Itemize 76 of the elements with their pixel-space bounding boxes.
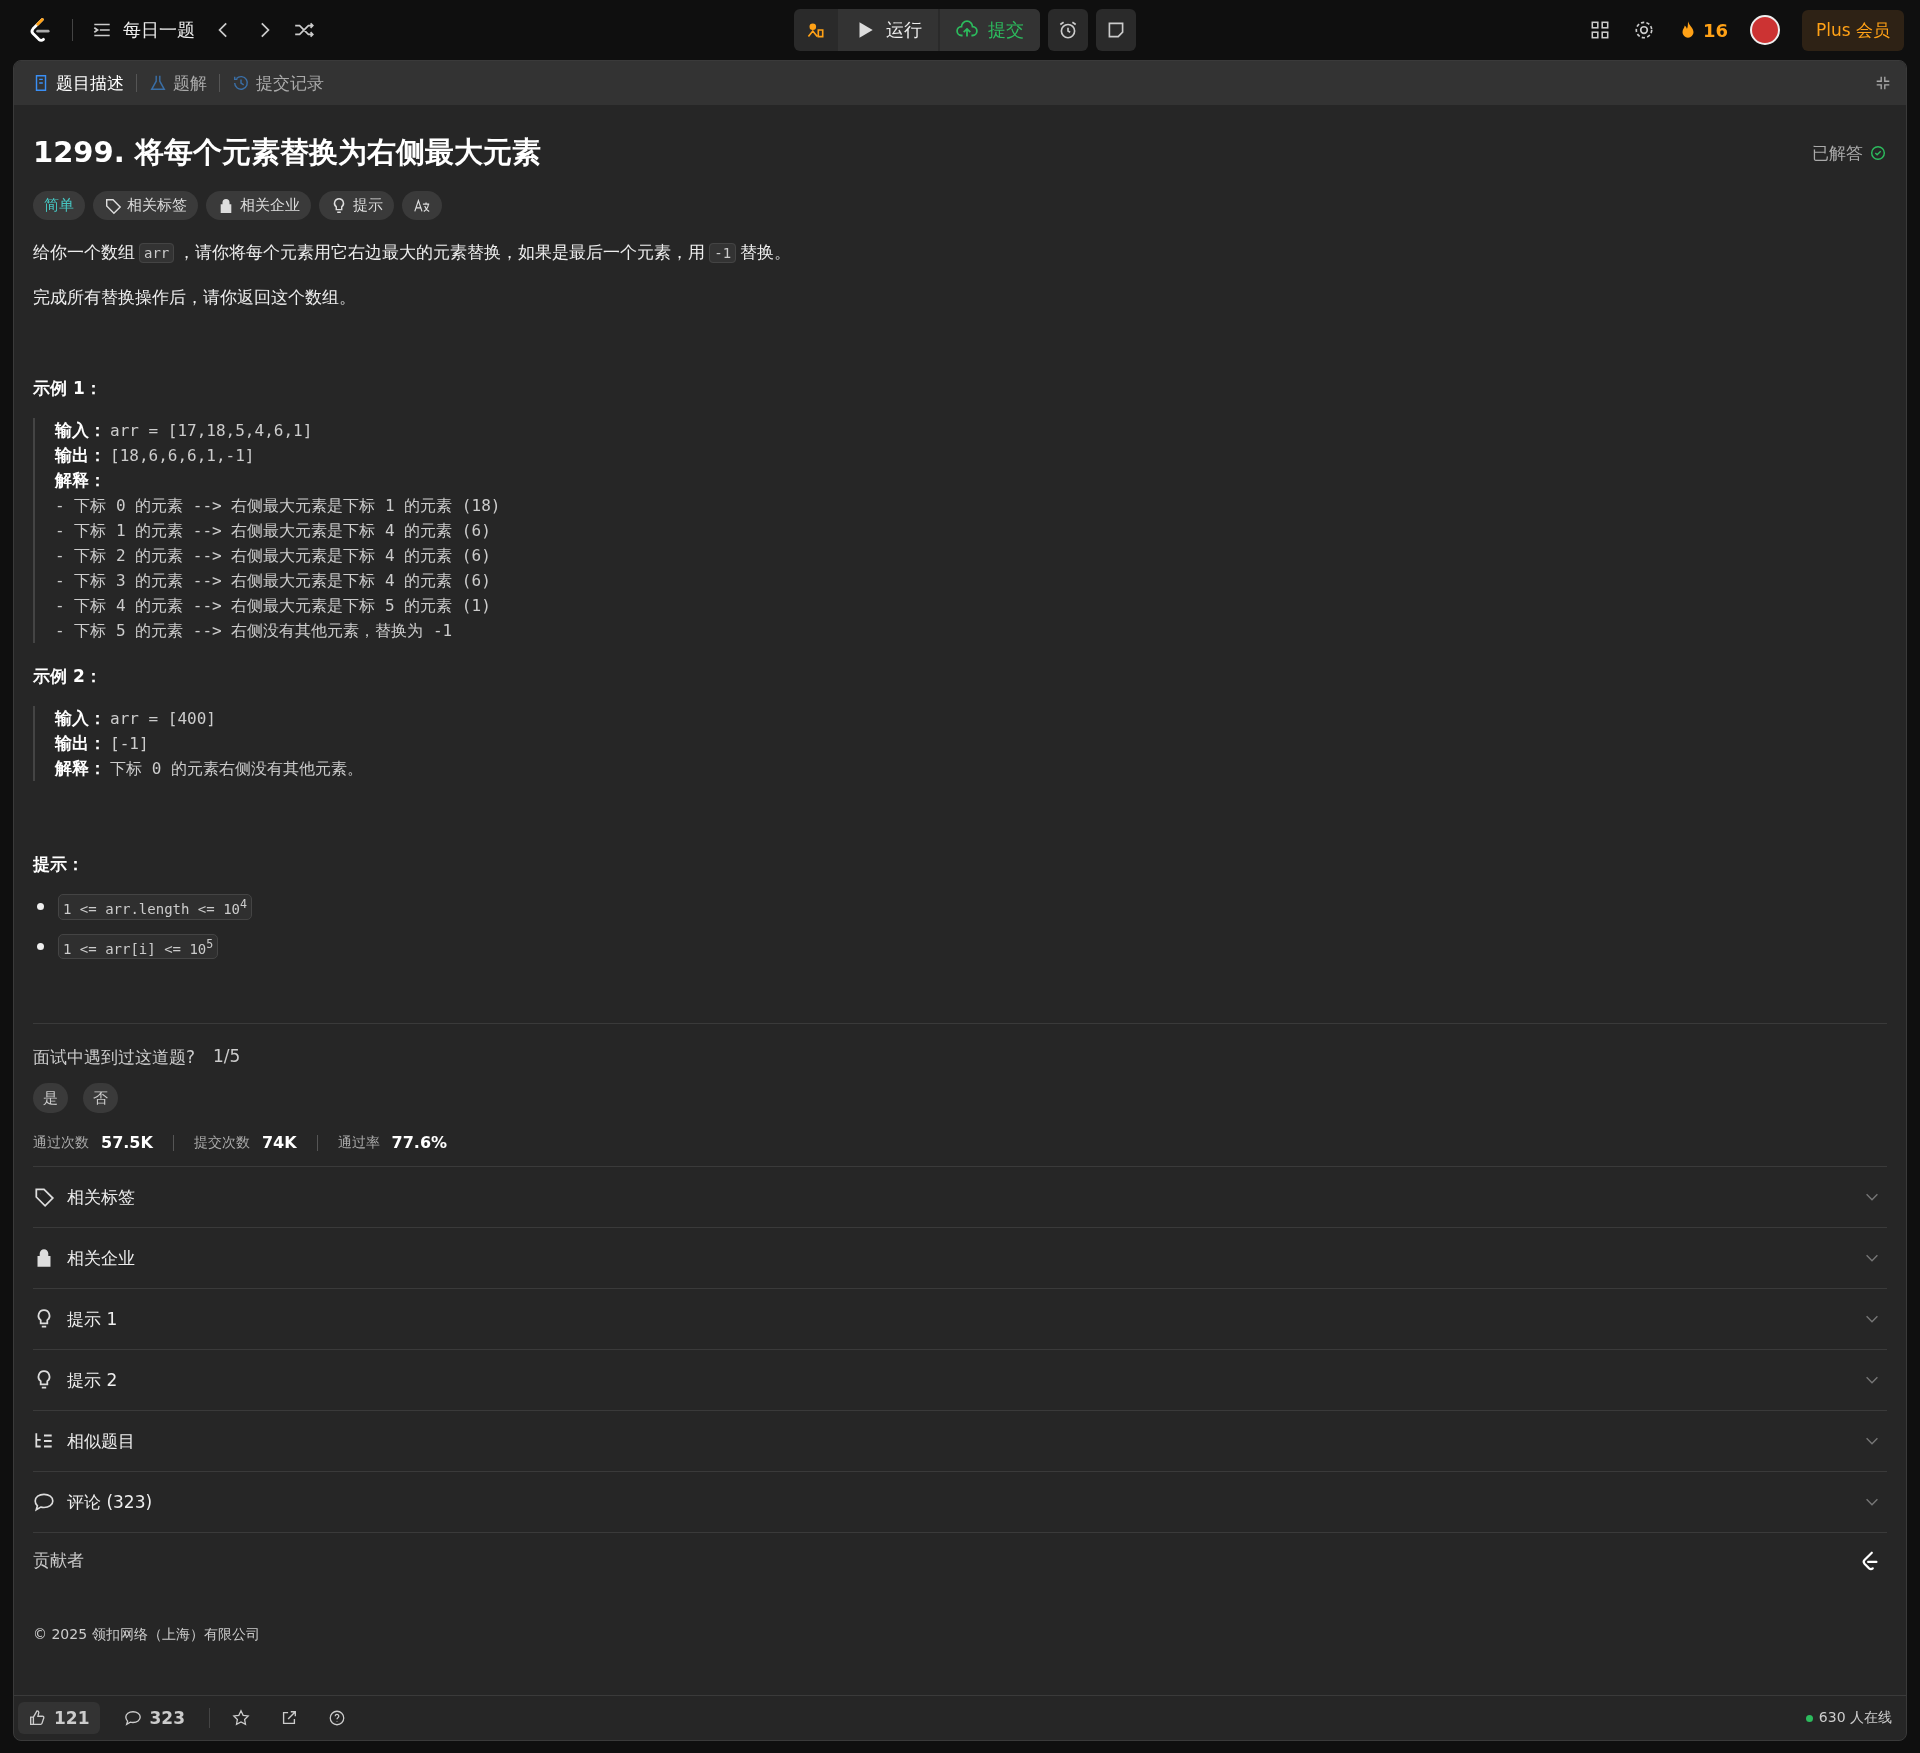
streak-counter[interactable]: 16 <box>1676 19 1728 41</box>
stat-value: 74K <box>261 1133 297 1153</box>
stat-label: 通过率 <box>337 1133 380 1152</box>
accordion-row[interactable]: 评论 (323) <box>33 1472 1887 1534</box>
topic-chip[interactable]: 提示 <box>319 191 394 220</box>
stat-label: 通过次数 <box>33 1133 89 1152</box>
accordion-row[interactable]: 相关企业 <box>33 1228 1887 1290</box>
avatar[interactable] <box>1750 15 1780 45</box>
copyright-text: © 2025 领扣网络（上海）有限公司 <box>33 1626 261 1645</box>
tag-icon <box>33 1186 55 1209</box>
thumbs-up-icon <box>28 1709 46 1727</box>
difficulty-badge: 简单 <box>33 191 85 220</box>
example-line: - 下标 1 的元素 --> 右侧最大元素是下标 4 的元素 (6) <box>55 520 492 542</box>
accordion-row[interactable]: 相似题目 <box>33 1411 1887 1473</box>
example-line: - 下标 3 的元素 --> 右侧最大元素是下标 4 的元素 (6) <box>55 570 492 592</box>
example-line: 输入： arr = [400] <box>55 708 217 730</box>
bullet-dot <box>37 943 44 950</box>
tab[interactable]: 题目描述 <box>28 71 128 95</box>
description-text: 给你一个数组 arr ，请你将每个元素用它右边最大的元素替换，如果是最后一个元素，用 -1 替换。 <box>33 241 793 265</box>
daily-problem-button[interactable]: 每日一题 <box>91 18 195 42</box>
settings-icon[interactable] <box>1632 19 1655 41</box>
check-circle-icon <box>1869 144 1887 162</box>
example-heading: 示例 1： <box>33 377 103 400</box>
topic-chip[interactable]: 相关标签 <box>93 191 198 220</box>
flask-icon <box>149 74 167 92</box>
plus-member-button[interactable]: Plus 会员 <box>1802 9 1904 51</box>
example-line: - 下标 4 的元素 --> 右侧最大元素是下标 5 的元素 (1) <box>55 595 492 617</box>
example-line: 输出： [-1] <box>55 733 150 755</box>
speech-bubble-icon <box>33 1491 55 1514</box>
collapse-icon[interactable] <box>1874 74 1892 92</box>
constraint-code: 1 <= arr[i] <= 10$^{5}$ <box>58 933 219 960</box>
translate-icon <box>413 196 431 215</box>
speech-bubble-icon <box>123 1709 142 1727</box>
example-line: 输入： arr = [17,18,5,4,6,1] <box>55 420 314 442</box>
note-button[interactable] <box>1096 9 1136 51</box>
tag-icon <box>104 196 122 215</box>
comments-button[interactable]: 323 <box>113 1702 195 1734</box>
accordion-row[interactable]: 提示 1 <box>33 1289 1887 1351</box>
description-text: 完成所有替换操作后，请你返回这个数组。 <box>33 286 357 309</box>
history-icon <box>232 74 250 92</box>
alarm-button[interactable] <box>1048 9 1088 51</box>
example-line: - 下标 0 的元素 --> 右侧最大元素是下标 1 的元素 (18) <box>55 495 502 517</box>
submit-button[interactable]: 提交 <box>940 9 1040 51</box>
answer-button[interactable]: 是 <box>33 1083 68 1114</box>
topic-chip[interactable]: 相关企业 <box>206 191 311 220</box>
interview-count: 1/5 <box>213 1046 241 1069</box>
solved-status: 已解答 <box>1812 141 1887 165</box>
example-line: - 下标 2 的元素 --> 右侧最大元素是下标 4 的元素 (6) <box>55 545 492 567</box>
accordion-row[interactable]: 提示 2 <box>33 1350 1887 1412</box>
stat-value: 57.5K <box>101 1133 153 1153</box>
online-count: 630 人在线 <box>1805 1709 1892 1727</box>
example-line: 解释： 下标 0 的元素右侧没有其他元素。 <box>55 758 364 780</box>
help-icon[interactable] <box>328 1709 346 1727</box>
like-button[interactable]: 121 <box>18 1702 100 1734</box>
translate-button[interactable] <box>402 191 442 220</box>
alarm-clock-icon <box>1057 19 1079 41</box>
constraints-heading: 提示： <box>33 853 85 876</box>
accordion-row[interactable]: 相关标签 <box>33 1167 1887 1229</box>
share-icon[interactable] <box>280 1709 298 1727</box>
tab[interactable]: 题解 <box>145 71 211 95</box>
contributors-label: 贡献者 <box>33 1549 84 1573</box>
tab[interactable]: 提交记录 <box>228 71 328 95</box>
example-line: 解释： <box>55 470 107 492</box>
run-button[interactable]: 运行 <box>838 9 938 51</box>
example-line: 输出： [18,6,6,6,1,-1] <box>55 445 256 467</box>
star-icon[interactable] <box>232 1709 250 1727</box>
stat-value: 77.6% <box>391 1133 448 1153</box>
status-dot <box>1805 1714 1813 1722</box>
example-line: - 下标 5 的元素 --> 右侧没有其他元素，替换为 -1 <box>55 620 454 642</box>
bullet-dot <box>37 903 44 911</box>
stat-label: 提交次数 <box>193 1133 250 1152</box>
interview-question: 面试中遇到过这道题? <box>33 1046 196 1070</box>
problem-title: 1299. 将每个元素替换为右侧最大元素 <box>33 134 541 171</box>
example-heading: 示例 2： <box>33 665 103 688</box>
constraint-code: 1 <= arr.length <= 10$^{4}$ <box>58 894 253 920</box>
answer-button[interactable]: 否 <box>83 1083 118 1114</box>
